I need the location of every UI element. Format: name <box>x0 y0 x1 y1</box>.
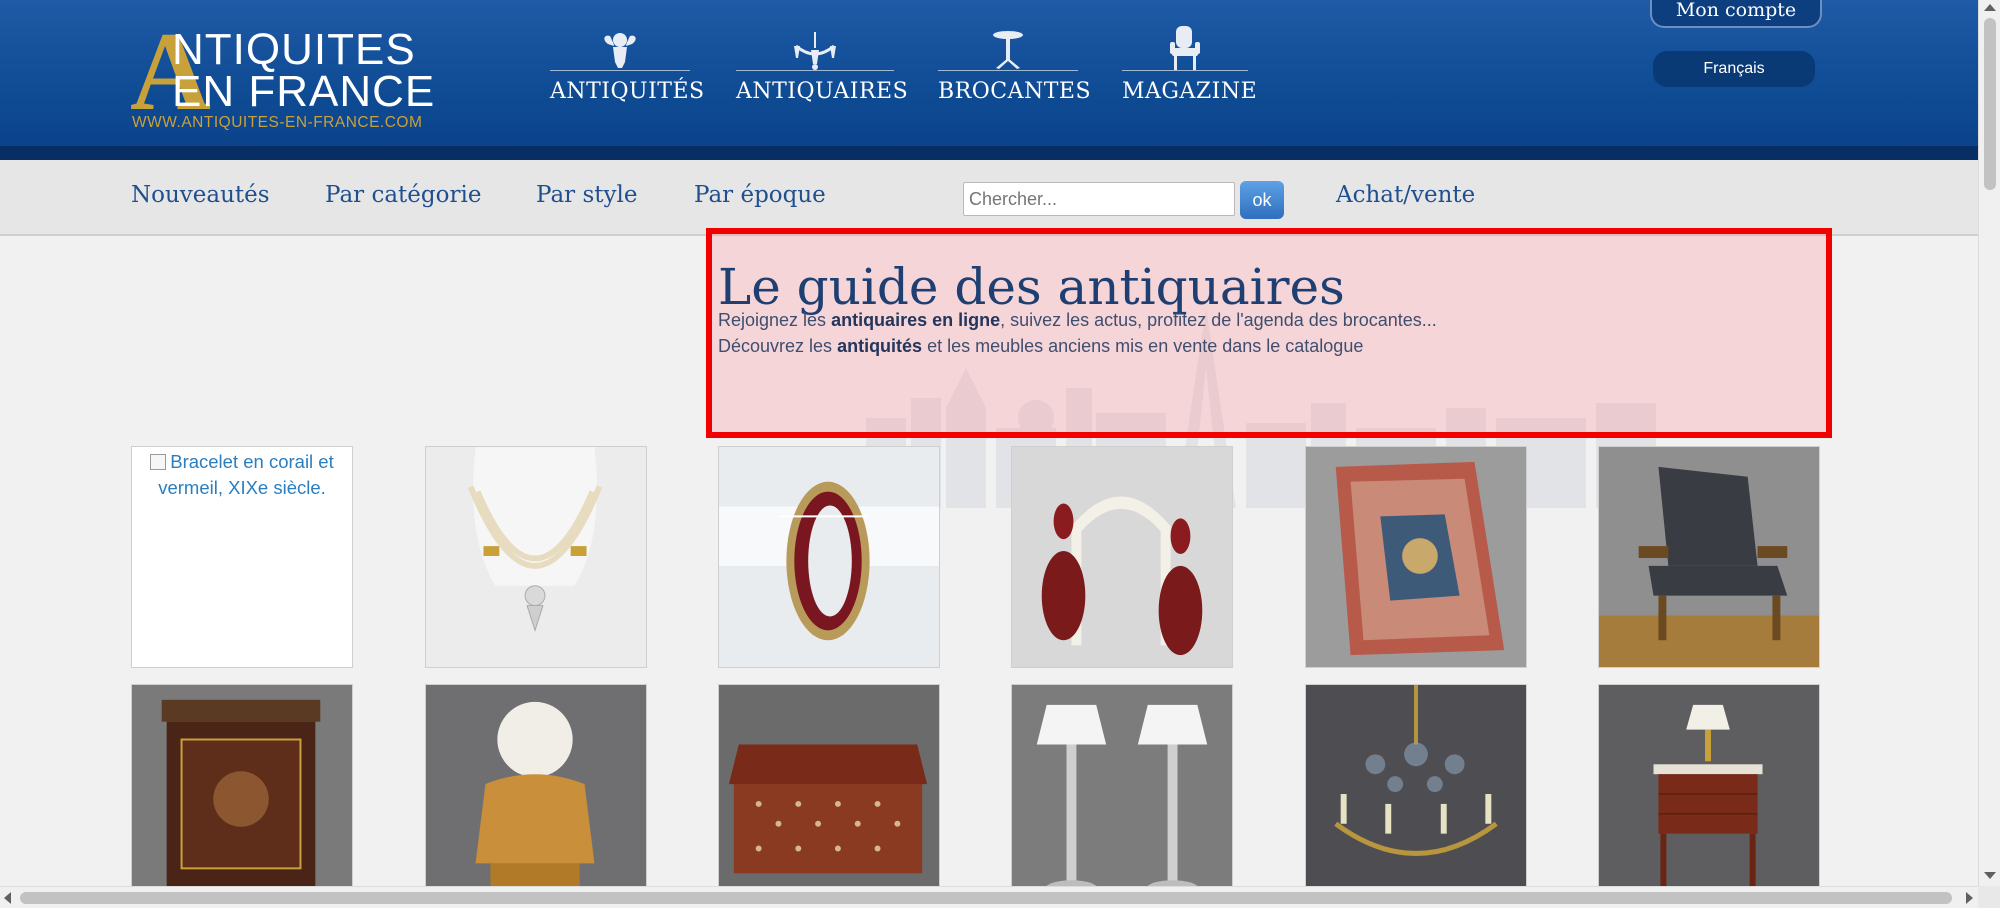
horizontal-scrollbar[interactable] <box>0 886 1978 908</box>
nav-rule <box>1122 70 1248 71</box>
secondary-nav: Nouveautés Par catégorie Par style Par é… <box>0 160 1978 236</box>
broken-image-icon <box>150 454 167 470</box>
product-thumb-bronze-bust[interactable] <box>425 684 647 906</box>
nav-label: BROCANTES <box>938 79 1092 104</box>
hero-line2: Découvrez les antiquités et les meubles … <box>718 336 1363 357</box>
vertical-scroll-thumb[interactable] <box>1984 18 1996 190</box>
cherub-icon <box>550 22 690 70</box>
hero-line1-text: Rejoignez les <box>718 310 832 330</box>
scrollbar-corner <box>1978 886 2000 908</box>
logo-url: WWW.ANTIQUITES-EN-FRANCE.COM <box>132 114 423 131</box>
product-thumb-garnet-ring[interactable] <box>718 446 940 668</box>
hero-line2-text: Découvrez les <box>718 336 838 356</box>
scroll-right-arrow-icon[interactable] <box>1966 892 1973 904</box>
nav-antiquaires[interactable]: ANTIQUAIRES <box>736 22 909 112</box>
product-thumb-inlaid-box[interactable] <box>718 684 940 906</box>
my-account-button[interactable]: Mon compte <box>1650 0 1822 28</box>
nav-antiquites[interactable]: ANTIQUITÉS <box>550 22 705 112</box>
vertical-scrollbar[interactable] <box>1978 0 2000 886</box>
product-thumb-pearl-necklace[interactable] <box>425 446 647 668</box>
pedestal-table-icon <box>938 22 1078 70</box>
image-alt-text: Bracelet en corail et vermeil, XIXe sièc… <box>158 451 334 498</box>
nav-label: ANTIQUITÉS <box>550 79 705 104</box>
site-logo[interactable]: A NTIQUITES EN FRANCE WWW.ANTIQUITES-EN-… <box>130 16 450 132</box>
scroll-left-arrow-icon[interactable] <box>4 892 11 904</box>
product-thumb-crystal-chandelier[interactable] <box>1305 684 1527 906</box>
nav-achat-vente[interactable]: Achat/vente <box>1336 182 1475 208</box>
nav-par-epoque[interactable]: Par époque <box>694 182 826 208</box>
chandelier-icon <box>736 22 894 70</box>
logo-line2: EN FRANCE <box>172 67 436 116</box>
search-input[interactable] <box>963 182 1235 216</box>
broken-image-alt: Bracelet en corail et vermeil, XIXe sièc… <box>132 449 352 501</box>
product-thumb-persian-rug[interactable] <box>1305 446 1527 668</box>
site-header: A NTIQUITES EN FRANCE WWW.ANTIQUITES-EN-… <box>0 0 1978 160</box>
nav-magazine[interactable]: MAGAZINE <box>1122 22 1258 112</box>
antiquites-link[interactable]: antiquités <box>837 336 922 356</box>
scroll-up-arrow-icon[interactable] <box>1984 4 1996 11</box>
nav-rule <box>736 70 894 71</box>
header-divider <box>0 146 1978 160</box>
nav-par-style[interactable]: Par style <box>536 182 637 208</box>
nav-rule <box>938 70 1078 71</box>
antiquaires-en-ligne-link[interactable]: antiquaires en ligne <box>831 310 1000 330</box>
hero-line2-text: et les meubles anciens mis en vente dans… <box>922 336 1364 356</box>
product-thumb-bedside-table[interactable] <box>1598 684 1820 906</box>
product-thumb-armchair[interactable] <box>1598 446 1820 668</box>
scroll-down-arrow-icon[interactable] <box>1984 872 1996 879</box>
hero-banner: Le guide des antiquaires Rejoignez les a… <box>706 228 1832 508</box>
product-thumb-bracelet[interactable]: Bracelet en corail et vermeil, XIXe sièc… <box>131 446 353 668</box>
product-thumb-pair-of-lamps[interactable] <box>1011 684 1233 906</box>
nav-rule <box>550 70 690 71</box>
hero-line1: Rejoignez les antiquaires en ligne, suiv… <box>718 310 1437 331</box>
product-thumb-marquetry-cabinet[interactable] <box>131 684 353 906</box>
armchair-icon <box>1122 22 1248 70</box>
logo-line1: NTIQUITES <box>172 25 416 74</box>
product-thumb-garnet-earrings[interactable] <box>1011 446 1233 668</box>
language-selector[interactable]: Français <box>1653 51 1815 87</box>
nav-nouveautes[interactable]: Nouveautés <box>131 182 270 208</box>
hero-line1-text: , suivez les actus, profitez de l'agenda… <box>1000 310 1437 330</box>
nav-label: MAGAZINE <box>1122 79 1258 104</box>
search-submit-button[interactable]: ok <box>1240 181 1284 219</box>
nav-label: ANTIQUAIRES <box>736 79 909 104</box>
horizontal-scroll-thumb[interactable] <box>20 892 1952 904</box>
nav-brocantes[interactable]: BROCANTES <box>938 22 1092 112</box>
nav-par-categorie[interactable]: Par catégorie <box>325 182 481 208</box>
hero-title: Le guide des antiquaires <box>718 258 1345 316</box>
